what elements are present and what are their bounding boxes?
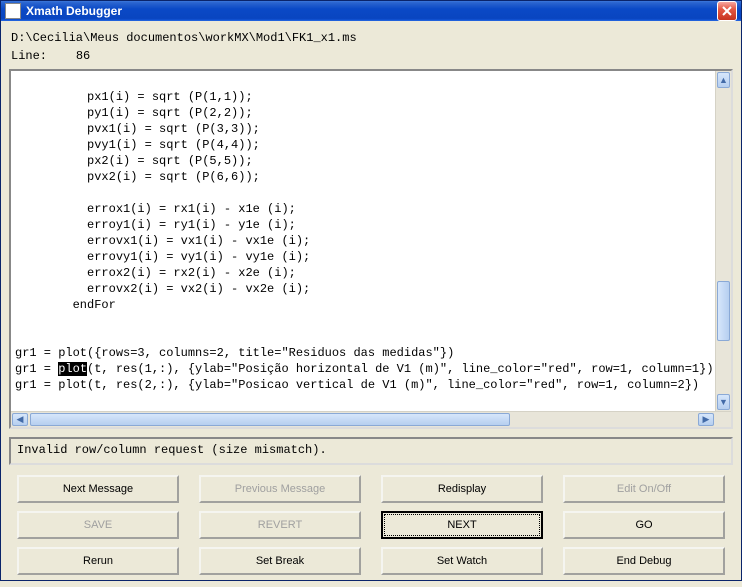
next-button[interactable]: NEXT	[381, 511, 543, 539]
end-debug-button[interactable]: End Debug	[563, 547, 725, 575]
button-grid: Next Message Previous Message Redisplay …	[9, 475, 733, 581]
vertical-scroll-thumb[interactable]	[717, 281, 730, 341]
horizontal-scroll-track[interactable]	[29, 412, 697, 427]
line-label: Line:	[11, 49, 47, 63]
horizontal-scrollbar[interactable]: ◀ ▶	[11, 411, 731, 427]
line-number: 86	[76, 49, 90, 63]
scroll-right-arrow-icon[interactable]: ▶	[698, 413, 714, 426]
revert-button: REVERT	[199, 511, 361, 539]
edit-onoff-button: Edit On/Off	[563, 475, 725, 503]
code-viewer: px1(i) = sqrt (P(1,1)); py1(i) = sqrt (P…	[9, 69, 733, 429]
scroll-down-arrow-icon[interactable]: ▼	[717, 394, 730, 410]
code-highlight: plot	[58, 362, 87, 376]
close-icon	[722, 6, 732, 16]
scroll-up-arrow-icon[interactable]: ▲	[717, 72, 730, 88]
scroll-left-arrow-icon[interactable]: ◀	[12, 413, 28, 426]
next-message-button[interactable]: Next Message	[17, 475, 179, 503]
set-watch-button[interactable]: Set Watch	[381, 547, 543, 575]
vertical-scrollbar[interactable]: ▲ ▼	[715, 71, 731, 411]
debugger-window: Xmath Debugger D:\Cecilia\Meus documento…	[0, 0, 742, 581]
line-info: Line: 86	[9, 47, 733, 69]
go-button[interactable]: GO	[563, 511, 725, 539]
error-message: Invalid row/column request (size mismatc…	[17, 443, 327, 457]
previous-message-button: Previous Message	[199, 475, 361, 503]
horizontal-scroll-thumb[interactable]	[30, 413, 510, 426]
rerun-button[interactable]: Rerun	[17, 547, 179, 575]
window-title: Xmath Debugger	[26, 4, 717, 18]
app-icon	[5, 3, 21, 19]
code-pre: px1(i) = sqrt (P(1,1)); py1(i) = sqrt (P…	[15, 90, 454, 376]
close-button[interactable]	[717, 1, 737, 21]
file-path: D:\Cecilia\Meus documentos\workMX\Mod1\F…	[9, 27, 733, 47]
save-button: SAVE	[17, 511, 179, 539]
scrollbar-corner	[715, 412, 731, 427]
message-box: Invalid row/column request (size mismatc…	[9, 437, 733, 465]
code-post: (t, res(1,:), {ylab="Posição horizontal …	[15, 362, 714, 392]
redisplay-button[interactable]: Redisplay	[381, 475, 543, 503]
set-break-button[interactable]: Set Break	[199, 547, 361, 575]
titlebar[interactable]: Xmath Debugger	[1, 1, 741, 21]
code-area[interactable]: px1(i) = sqrt (P(1,1)); py1(i) = sqrt (P…	[11, 71, 715, 411]
content-area: D:\Cecilia\Meus documentos\workMX\Mod1\F…	[1, 21, 741, 587]
